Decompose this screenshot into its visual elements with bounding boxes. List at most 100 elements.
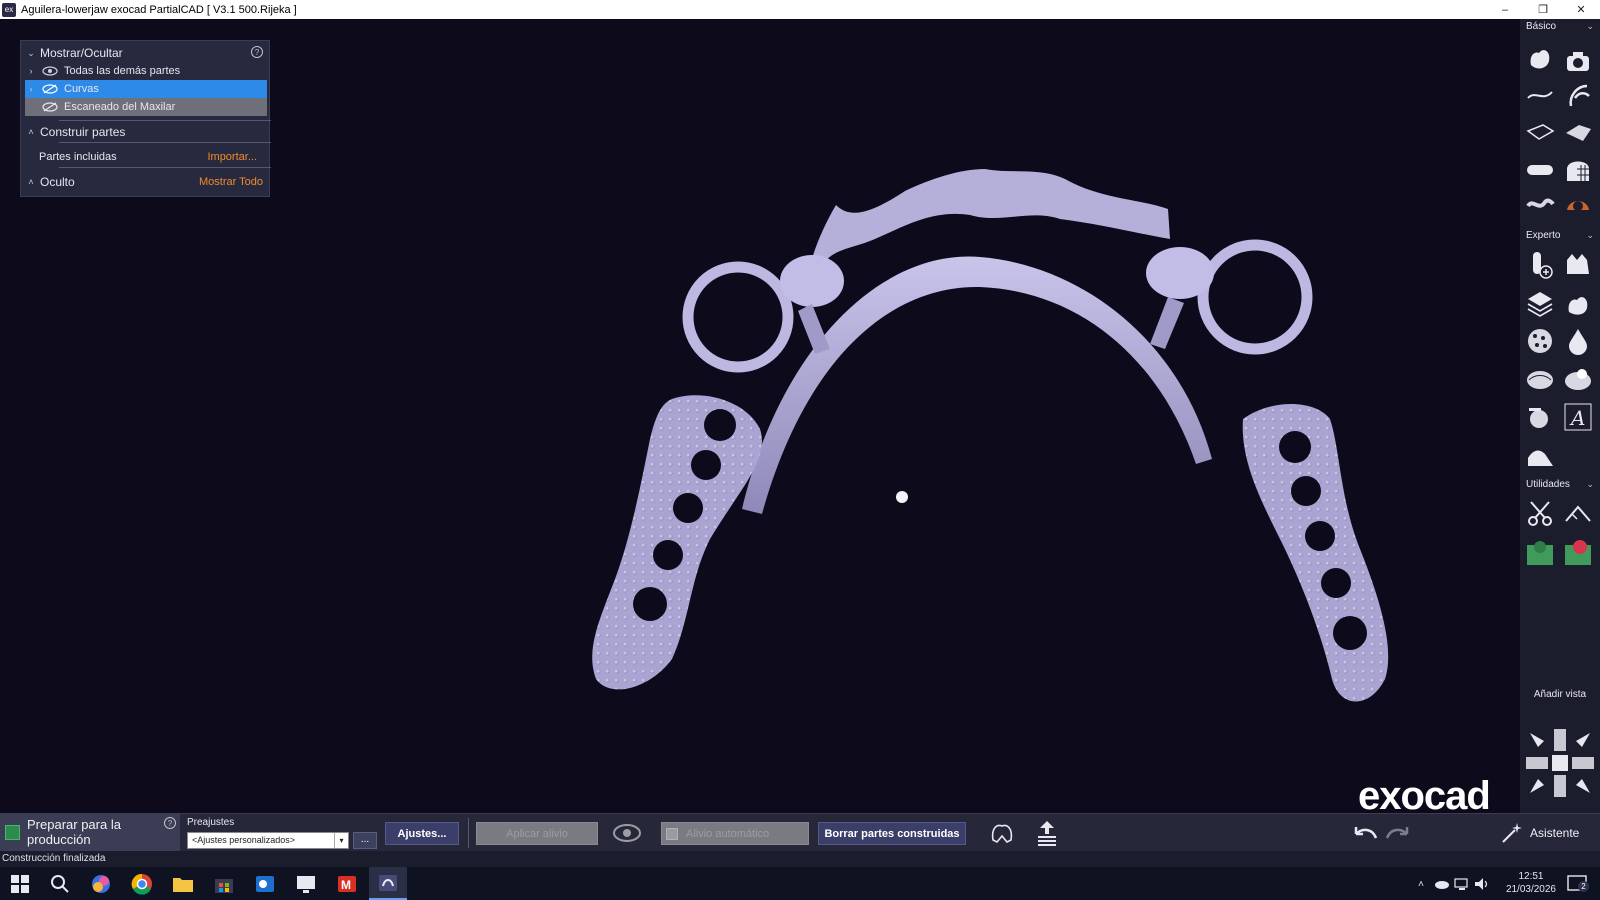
undo-icon[interactable] bbox=[1349, 817, 1381, 849]
minimize-button[interactable]: – bbox=[1486, 0, 1524, 19]
sphere-a-icon[interactable] bbox=[1524, 363, 1556, 395]
divider bbox=[59, 142, 271, 143]
right-toolbar: Básico ⌄ Experto ⌄ A Utilidades ⌄ Añadir… bbox=[1520, 19, 1600, 813]
presets-label: Preajustes bbox=[187, 817, 235, 828]
visibility-item-curves[interactable]: › Curvas bbox=[25, 80, 267, 98]
chevron-down-icon[interactable]: ⌄ bbox=[1586, 230, 1594, 241]
chrome-icon[interactable] bbox=[130, 872, 154, 896]
layers-icon[interactable] bbox=[1524, 287, 1556, 319]
show-all-link[interactable]: Mostrar Todo bbox=[199, 176, 263, 188]
file-explorer-icon[interactable] bbox=[171, 872, 195, 896]
camera-icon[interactable] bbox=[1562, 46, 1594, 78]
taskbar-clock[interactable]: 12:51 21/03/2026 bbox=[1506, 870, 1556, 896]
outlook-icon[interactable] bbox=[253, 872, 277, 896]
chevron-down-icon[interactable]: ⌄ bbox=[1586, 21, 1594, 32]
magic-wand-icon bbox=[1502, 823, 1522, 843]
checkbox[interactable] bbox=[666, 827, 678, 840]
tooth-plus-icon[interactable] bbox=[1562, 287, 1594, 319]
onedrive-icon[interactable] bbox=[1434, 872, 1450, 896]
section-utilities[interactable]: Utilidades bbox=[1526, 479, 1570, 490]
notification-icon[interactable]: 2 bbox=[1566, 872, 1590, 896]
sculpt-icon[interactable] bbox=[1524, 401, 1556, 433]
window-title: Aguilera-lowerjaw exocad PartialCAD [ V3… bbox=[21, 3, 297, 16]
clasp-icon[interactable] bbox=[1562, 79, 1594, 111]
help-icon[interactable]: ? bbox=[251, 46, 263, 58]
color-map-green-icon[interactable] bbox=[1524, 536, 1556, 568]
chevron-up-icon: ˄ bbox=[28, 127, 34, 137]
presets-more-button[interactable]: ... bbox=[353, 832, 377, 849]
import-link[interactable]: Importar... bbox=[207, 151, 257, 163]
wax-icon[interactable] bbox=[1524, 189, 1556, 221]
assistant-button[interactable]: Asistente bbox=[1500, 817, 1600, 849]
windows-start-icon[interactable] bbox=[8, 872, 32, 896]
view-orientation-icon[interactable] bbox=[1524, 727, 1596, 799]
visibility-item-other-parts[interactable]: › Todas las demás partes bbox=[21, 62, 269, 80]
divider bbox=[59, 120, 271, 121]
chevron-down-icon[interactable]: ▾ bbox=[334, 833, 348, 848]
bar-icon[interactable] bbox=[1524, 154, 1556, 186]
measure-icon[interactable] bbox=[1562, 498, 1594, 530]
prepare-production-section[interactable]: Preparar para la producción ? bbox=[0, 814, 180, 852]
status-bar: Construcción finalizada bbox=[0, 851, 1600, 867]
gmail-icon[interactable]: M bbox=[335, 872, 359, 896]
restore-button[interactable]: ❐ bbox=[1524, 0, 1562, 19]
copilot-icon[interactable] bbox=[89, 872, 113, 896]
visibility-item-maxilla-scan[interactable]: Escaneado del Maxilar bbox=[25, 98, 267, 116]
prepare-production-label: Preparar para la producción bbox=[27, 817, 121, 847]
surface-icon[interactable] bbox=[1524, 439, 1556, 471]
search-icon[interactable] bbox=[48, 872, 72, 896]
volume-icon[interactable] bbox=[1474, 872, 1490, 896]
exocad-taskbar-icon[interactable] bbox=[369, 867, 407, 900]
auto-relief-checkbox[interactable]: Alivio automático bbox=[661, 822, 809, 845]
drop-icon[interactable] bbox=[1562, 325, 1594, 357]
cut-icon[interactable] bbox=[1524, 498, 1556, 530]
tooth-arch-icon[interactable] bbox=[1524, 42, 1556, 74]
redo-icon[interactable] bbox=[1382, 817, 1414, 849]
texture-icon[interactable] bbox=[1524, 325, 1556, 357]
window-controls: – ❐ ✕ bbox=[1486, 0, 1600, 19]
chevron-right-icon[interactable]: › bbox=[26, 66, 36, 76]
text-icon[interactable]: A bbox=[1562, 401, 1594, 433]
chevron-right-icon[interactable]: › bbox=[26, 84, 36, 94]
color-map-red-icon[interactable] bbox=[1562, 536, 1594, 568]
visibility-panel: ⌄ Mostrar/Ocultar ? › Todas las demás pa… bbox=[20, 40, 271, 197]
crown-icon[interactable] bbox=[1562, 249, 1594, 281]
delete-built-parts-button[interactable]: Borrar partes construidas bbox=[818, 822, 966, 845]
denture-icon[interactable] bbox=[986, 817, 1018, 849]
build-parts-header[interactable]: ˄ Construir partes bbox=[21, 123, 269, 141]
section-expert[interactable]: Experto bbox=[1526, 230, 1560, 241]
settings-button[interactable]: Ajustes... bbox=[385, 822, 459, 845]
help-icon[interactable]: ? bbox=[164, 817, 176, 829]
close-button[interactable]: ✕ bbox=[1562, 0, 1600, 19]
chevron-up-icon[interactable]: ˄ bbox=[1414, 872, 1428, 896]
export-icon[interactable] bbox=[1031, 817, 1063, 849]
section-basic[interactable]: Básico bbox=[1526, 21, 1556, 32]
network-icon[interactable] bbox=[1454, 872, 1470, 896]
add-attachment-icon[interactable] bbox=[1524, 249, 1556, 281]
finish-line-icon[interactable] bbox=[1562, 189, 1594, 221]
eye-icon[interactable] bbox=[612, 817, 642, 849]
chevron-down-icon[interactable]: ⌄ bbox=[1586, 479, 1594, 490]
eye-hidden-icon[interactable] bbox=[42, 84, 58, 94]
svg-text:A: A bbox=[1569, 406, 1585, 430]
eye-hidden-icon[interactable] bbox=[42, 102, 58, 112]
remote-desktop-icon[interactable] bbox=[294, 872, 318, 896]
svg-text:M: M bbox=[341, 878, 351, 892]
windows-taskbar: M ˄ 12:51 21/03/2026 2 bbox=[0, 867, 1600, 900]
store-icon[interactable] bbox=[212, 872, 236, 896]
sphere-b-icon[interactable] bbox=[1562, 363, 1594, 395]
plate-icon[interactable] bbox=[1524, 116, 1556, 148]
apply-relief-button[interactable]: Aplicar alivio bbox=[476, 822, 598, 845]
retention-icon[interactable] bbox=[1562, 154, 1594, 186]
curve-icon[interactable] bbox=[1524, 79, 1556, 111]
eye-icon[interactable] bbox=[42, 66, 58, 76]
add-view-label[interactable]: Añadir vista bbox=[1520, 689, 1600, 700]
notification-badge: 2 bbox=[1578, 881, 1589, 892]
clock-date: 21/03/2026 bbox=[1505, 884, 1556, 895]
exocad-app-icon: ex bbox=[2, 2, 16, 17]
presets-dropdown[interactable]: <Ajustes personalizados> ▾ bbox=[187, 832, 349, 849]
show-hide-header[interactable]: ⌄ Mostrar/Ocultar bbox=[21, 44, 269, 62]
chevron-down-icon: ⌄ bbox=[27, 47, 35, 58]
mesh-plate-icon[interactable] bbox=[1562, 116, 1594, 148]
chevron-up-icon: ˄ bbox=[28, 177, 34, 187]
